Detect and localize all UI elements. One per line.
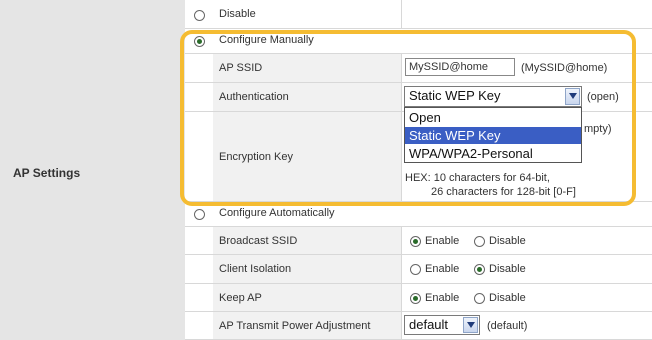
broadcast-ssid-enable-radio[interactable] (410, 236, 421, 247)
highlight-frame (180, 30, 636, 206)
client-isolation-enable-label: Enable (425, 263, 460, 275)
chevron-down-icon[interactable] (463, 317, 478, 333)
configure-automatically-radio[interactable] (194, 209, 205, 220)
keep-ap-label: Keep AP (219, 292, 262, 304)
disable-label: Disable (219, 8, 256, 20)
client-isolation-disable-radio[interactable] (474, 264, 485, 275)
transmit-power-default: (default) (487, 320, 528, 332)
transmit-power-label: AP Transmit Power Adjustment (219, 320, 371, 332)
configure-automatically-label: Configure Automatically (219, 207, 335, 219)
broadcast-ssid-label: Broadcast SSID (219, 235, 298, 247)
disable-radio[interactable] (194, 10, 205, 21)
client-isolation-disable-label: Disable (489, 263, 526, 275)
keep-ap-enable-label: Enable (425, 292, 460, 304)
broadcast-ssid-enable-label: Enable (425, 235, 460, 247)
broadcast-ssid-disable-label: Disable (489, 235, 526, 247)
transmit-power-select[interactable]: default (404, 315, 480, 335)
keep-ap-disable-radio[interactable] (474, 293, 485, 304)
broadcast-ssid-disable-radio[interactable] (474, 236, 485, 247)
keep-ap-disable-label: Disable (489, 292, 526, 304)
client-isolation-label: Client Isolation (219, 263, 292, 275)
client-isolation-enable-radio[interactable] (410, 264, 421, 275)
transmit-power-selected-value: default (409, 317, 449, 332)
section-label: AP Settings (13, 166, 81, 180)
keep-ap-enable-radio[interactable] (410, 293, 421, 304)
section-label-cell: AP Settings (0, 0, 185, 340)
